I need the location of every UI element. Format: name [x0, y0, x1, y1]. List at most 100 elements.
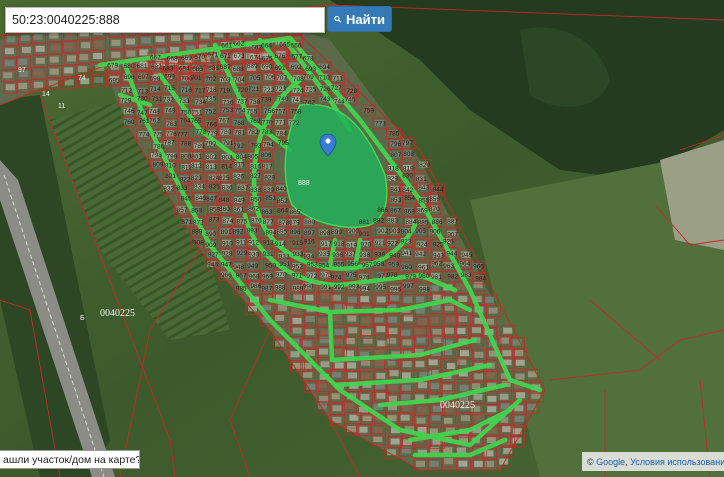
plot-number-label: 895	[276, 228, 287, 235]
plot-number-label: 743	[320, 96, 331, 103]
plot-number-label: 661	[221, 42, 232, 49]
plot-number-label: 821	[165, 173, 176, 180]
plot-number-label: 930	[248, 251, 259, 258]
plot-number-label: 995	[375, 284, 386, 291]
plot-number-label: 838	[250, 187, 261, 194]
plot-number-label: 938	[359, 252, 370, 259]
plot-number-label: 718	[206, 87, 217, 94]
plot-number-label: 823	[191, 175, 202, 182]
plot-number-label: 874	[222, 218, 233, 225]
plot-number-label: 950	[265, 262, 276, 269]
plot-number-label: 851	[265, 195, 276, 202]
plot-number-label: 795	[278, 140, 289, 147]
plot-number-label: 984	[475, 275, 486, 282]
plot-number-label: 905	[415, 228, 426, 235]
plot-number-label: 789	[194, 143, 205, 150]
plot-number-label: 727	[331, 85, 342, 92]
plot-number-label: 952	[292, 264, 303, 271]
side-label-2: 74	[78, 75, 86, 82]
plot-number-label: 721	[248, 86, 259, 93]
plot-number-label: 763	[166, 121, 177, 128]
plot-number-label: 943	[433, 252, 444, 259]
plot-number-label: 994	[359, 286, 370, 293]
plot-number-label: 820	[419, 162, 430, 169]
plot-number-label: 946	[207, 262, 218, 269]
plot-number-label: 750	[180, 109, 191, 116]
plot-number-label: 965	[473, 264, 484, 271]
terms-link[interactable]: Условия использовани	[630, 457, 724, 467]
plot-number-label: 958	[373, 261, 384, 268]
plot-number-label: 688	[233, 66, 244, 73]
plot-number-label: 927	[208, 252, 219, 259]
plot-number-label: 799	[167, 154, 178, 161]
found-plot-prompt[interactable]: ашли участок/дом на карте?	[0, 450, 140, 469]
plot-number-label: 684	[179, 66, 190, 73]
plot-number-label: 853	[390, 197, 401, 204]
plot-number-label: 681	[137, 63, 148, 70]
plot-number-label: 857	[177, 207, 188, 214]
plot-number-label: 985	[236, 286, 247, 293]
plot-number-label: 852	[277, 198, 288, 205]
plot-number-label: 752	[205, 108, 216, 115]
plot-number-label: 701	[191, 75, 202, 82]
plot-number-label: 804	[236, 154, 247, 161]
plot-number-label: 822	[180, 176, 191, 183]
plot-number-label: 881	[359, 219, 370, 226]
plot-number-label: 694	[319, 64, 330, 71]
plot-number-label: 692	[291, 64, 302, 71]
plot-number-label: 858	[191, 208, 202, 215]
plot-number-label: 723	[275, 86, 286, 93]
plot-number-label: 725	[305, 87, 316, 94]
plot-number-label: 802	[206, 154, 217, 161]
satellite-map[interactable]: 888 661 662663 664 665 666667 668 669 670 671 672…	[0, 0, 724, 477]
plot-number-label: 715	[164, 85, 175, 92]
plot-number-label: 839	[263, 187, 274, 194]
plot-number-label: 729	[121, 97, 132, 104]
plot-number-label: 956	[347, 261, 358, 268]
plot-number-label: 980	[419, 273, 430, 280]
plot-number-label: 793	[251, 143, 262, 150]
plot-number-label: 767	[219, 118, 230, 125]
plot-number-label: 941	[401, 250, 412, 257]
plot-number-label: 783	[261, 129, 272, 136]
plot-number-label: 670	[194, 54, 205, 61]
plot-number-label: 757	[275, 109, 286, 116]
road-label: Б	[80, 315, 85, 322]
plot-number-label: 731	[152, 96, 163, 103]
plot-number-label: 696	[124, 74, 135, 81]
plot-number-label: 870	[429, 206, 440, 213]
plot-number-label: 662	[233, 41, 244, 48]
plot-number-label: 796	[390, 141, 401, 148]
plot-number-label: 951	[279, 261, 290, 268]
plot-number-label: 867	[390, 208, 401, 215]
plot-number-label: 992	[334, 284, 345, 291]
plot-number-label: 848	[219, 197, 230, 204]
plot-number-label: 835	[209, 184, 220, 191]
plot-number-label: 784	[276, 131, 287, 138]
plot-number-label: 711	[333, 76, 344, 83]
plot-number-label: 754	[235, 108, 246, 115]
plot-number-label: 997	[403, 283, 414, 290]
plot-number-label: 831	[416, 176, 427, 183]
plot-number-label: 928	[222, 251, 233, 258]
search-icon	[334, 15, 342, 23]
plot-number-label: 948	[233, 264, 244, 271]
plot-number-label: 675	[262, 55, 273, 62]
plot-number-label: 842	[402, 187, 413, 194]
plot-number-label: 689	[247, 63, 258, 70]
plot-number-label: 697	[138, 74, 149, 81]
plot-number-label: 864	[277, 208, 288, 215]
plot-number-label: 940	[389, 253, 400, 260]
plot-number-label: 788	[180, 141, 191, 148]
google-link[interactable]: Google	[596, 457, 625, 467]
search-button[interactable]: Найти	[327, 6, 392, 32]
plot-number-label: 818	[388, 166, 399, 173]
plot-number-label: 774	[139, 132, 150, 139]
plot-number-label: 982	[447, 274, 458, 281]
plot-number-label: 746	[124, 108, 135, 115]
plot-number-label: 690	[261, 64, 272, 71]
search-input[interactable]	[6, 8, 324, 32]
plot-number-label: 737	[237, 99, 248, 106]
plot-number-label: 959	[388, 261, 399, 268]
plot-number-label: 884	[405, 219, 416, 226]
